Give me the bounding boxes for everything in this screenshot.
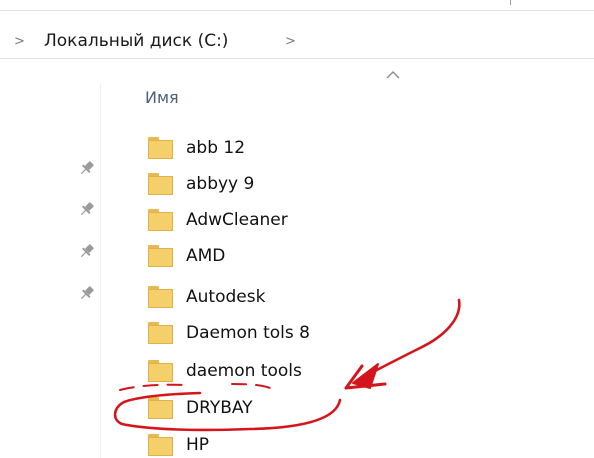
list-item[interactable]: abbyy 9: [140, 166, 440, 202]
list-item[interactable]: abb 12: [140, 130, 440, 166]
folder-name[interactable]: abb 12: [186, 138, 245, 158]
folder-icon: [148, 322, 173, 344]
folder-icon: [148, 434, 173, 456]
list-item[interactable]: Autodesk: [140, 279, 440, 315]
file-list: abb 12 abbyy 9 AdwCleaner AMD Autodesk D…: [0, 0, 594, 458]
folder-name[interactable]: Autodesk: [186, 287, 265, 307]
file-explorer-window: > Локальный диск (C:) > Имя abb 12 abbyy…: [0, 0, 594, 458]
folder-name[interactable]: abbyy 9: [186, 174, 254, 194]
list-item[interactable]: DRYBAY: [140, 390, 440, 426]
folder-name[interactable]: AdwCleaner: [186, 210, 288, 230]
folder-icon: [148, 137, 173, 159]
folder-name[interactable]: AMD: [186, 246, 225, 266]
folder-icon: [148, 209, 173, 231]
folder-icon: [148, 286, 173, 308]
list-item[interactable]: HP: [140, 427, 440, 458]
folder-icon: [148, 397, 173, 419]
folder-name[interactable]: HP: [186, 435, 209, 455]
folder-name[interactable]: DRYBAY: [186, 398, 253, 418]
folder-icon: [148, 173, 173, 195]
list-item[interactable]: AdwCleaner: [140, 202, 440, 238]
list-item[interactable]: daemon tools: [140, 353, 440, 389]
list-item[interactable]: AMD: [140, 238, 440, 274]
list-item[interactable]: Daemon tols 8: [140, 315, 440, 351]
folder-name[interactable]: daemon tools: [186, 361, 302, 381]
folder-icon: [148, 245, 173, 267]
folder-name[interactable]: Daemon tols 8: [186, 323, 310, 343]
folder-icon: [148, 360, 173, 382]
